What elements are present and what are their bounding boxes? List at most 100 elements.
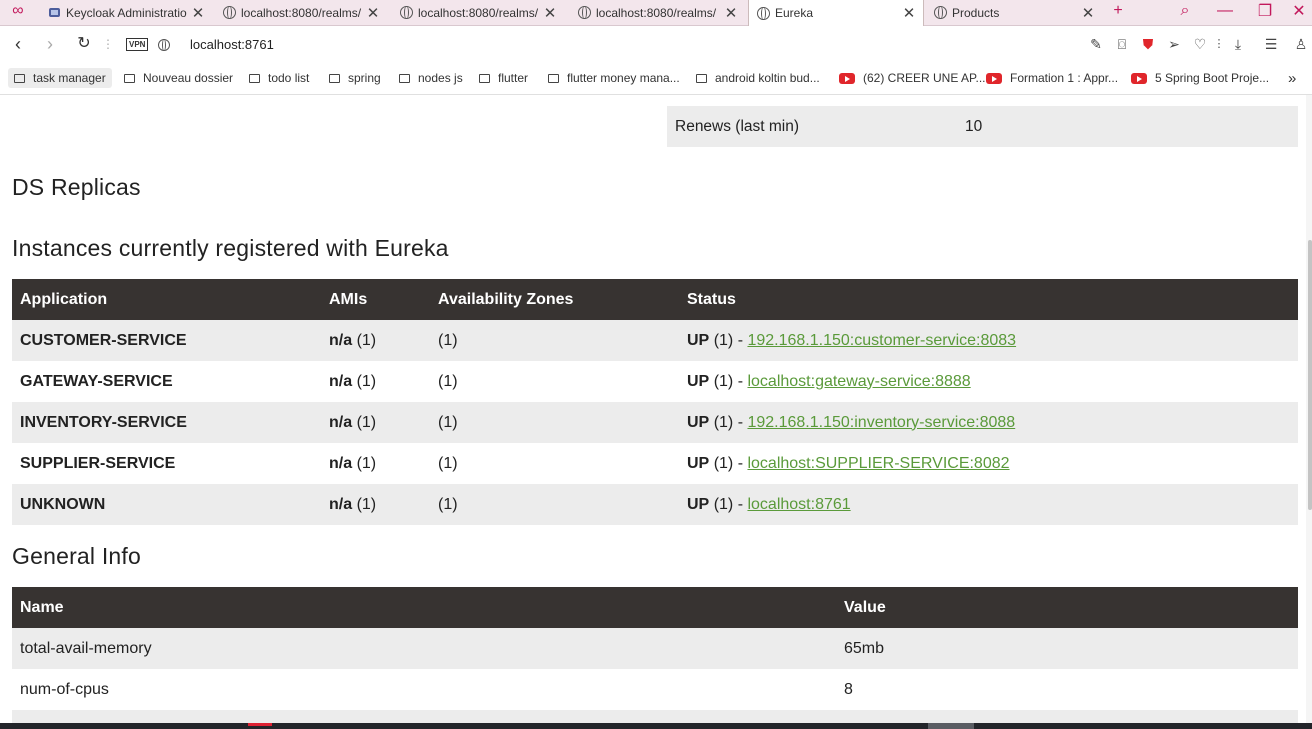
tab-title: Keycloak Administratio <box>66 5 187 20</box>
bookmark-label: todo list <box>268 71 310 85</box>
adblock-shield-icon[interactable]: ⛊ <box>1139 35 1157 53</box>
restore-icon[interactable]: ❐ <box>1250 0 1280 22</box>
tab-title: localhost:8080/realms/ <box>418 5 539 20</box>
globe-icon <box>400 6 413 19</box>
bookmark-label: flutter <box>498 71 529 85</box>
table-row: Renews threshold 8 <box>667 95 1298 106</box>
bookmarks-bar: task manager Nouveau dossier todo list s… <box>0 62 1312 95</box>
instances-heading: Instances currently registered with Eure… <box>12 235 449 261</box>
bookmark-nouveau-dossier[interactable]: Nouveau dossier <box>118 68 233 88</box>
bookmark-todo-list[interactable]: todo list <box>243 68 309 88</box>
status-cell: UP (1) - localhost:gateway-service:8888 <box>679 361 1298 402</box>
edit-icon[interactable]: ✎ <box>1087 35 1105 53</box>
status-value: UP <box>687 372 710 390</box>
ami-cell: n/a (1) <box>321 361 430 402</box>
taskbar-active-app[interactable] <box>928 723 974 729</box>
reload-icon[interactable]: ↻ <box>72 32 96 56</box>
divider-dots-icon: ⋮ <box>1213 38 1225 50</box>
snapshot-icon[interactable]: ⌼ <box>1113 35 1131 53</box>
bookmark-task-manager[interactable]: task manager <box>8 68 112 88</box>
heart-icon[interactable]: ♡ <box>1191 35 1209 53</box>
tab-eureka[interactable]: Eureka ✕ <box>748 0 924 26</box>
scrollbar-thumb[interactable] <box>1308 240 1312 510</box>
folder-icon <box>14 73 25 83</box>
close-window-icon[interactable]: ✕ <box>1284 0 1312 22</box>
status-cell: UP (1) - 192.168.1.150:inventory-service… <box>679 402 1298 443</box>
stat-key: Renews (last min) <box>667 106 957 147</box>
keycloak-icon <box>49 8 60 17</box>
instance-link[interactable]: 192.168.1.150:inventory-service:8088 <box>747 414 1015 431</box>
more-options-icon[interactable]: ⋮ <box>96 32 120 56</box>
table-row: total-avail-memory 65mb <box>12 628 1298 669</box>
instance-link[interactable]: localhost:SUPPLIER-SERVICE:8082 <box>747 455 1009 472</box>
easy-setup-icon[interactable]: ☰ <box>1262 35 1280 53</box>
status-count: (1) - <box>713 454 744 472</box>
url-field[interactable]: localhost:8761 <box>190 37 274 52</box>
bookmark-flutter-money[interactable]: flutter money mana... <box>542 68 680 88</box>
instance-link[interactable]: localhost:gateway-service:8888 <box>747 373 970 390</box>
bookmark-youtube-formation[interactable]: Formation 1 : Appr... <box>980 68 1118 88</box>
tab-localhost-realms-2[interactable]: localhost:8080/realms/ ✕ <box>392 0 564 25</box>
status-value: UP <box>687 495 710 513</box>
tab-title: Eureka <box>775 6 814 20</box>
forward-icon[interactable]: › <box>38 32 62 56</box>
bookmark-android-kotlin[interactable]: android koltin bud... <box>690 68 820 88</box>
youtube-icon <box>839 72 855 84</box>
close-tab-icon[interactable]: ✕ <box>542 4 558 22</box>
close-tab-icon[interactable]: ✕ <box>1080 4 1096 22</box>
send-icon[interactable]: ➢ <box>1165 35 1183 53</box>
bookmark-spring[interactable]: spring <box>323 68 381 88</box>
app-name: GATEWAY-SERVICE <box>20 372 173 390</box>
minimize-icon[interactable]: — <box>1210 0 1240 22</box>
taskbar-app-indicator[interactable] <box>248 723 272 726</box>
bookmark-label: flutter money mana... <box>567 71 680 85</box>
bookmark-youtube-spring-boot[interactable]: 5 Spring Boot Proje... <box>1125 68 1269 88</box>
ami-count: (1) <box>356 413 377 431</box>
bookmark-nodes-js[interactable]: nodes js <box>393 68 463 88</box>
site-info-icon[interactable] <box>158 39 170 51</box>
folder-icon <box>696 73 707 83</box>
zones-cell: (1) <box>430 484 679 525</box>
instance-link[interactable]: localhost:8761 <box>747 496 850 513</box>
ami-value: n/a <box>329 372 353 390</box>
status-count: (1) - <box>713 372 744 390</box>
instance-link[interactable]: 192.168.1.150:customer-service:8083 <box>747 332 1016 349</box>
bookmark-flutter[interactable]: flutter <box>473 68 528 88</box>
close-tab-icon[interactable]: ✕ <box>901 4 917 22</box>
table-header-row: Application AMIs Availability Zones Stat… <box>12 279 1298 320</box>
table-row: CUSTOMER-SERVICE n/a (1) (1) UP (1) - 19… <box>12 320 1298 361</box>
table-row: UNKNOWN n/a (1) (1) UP (1) - localhost:8… <box>12 484 1298 525</box>
bookmark-youtube-creer[interactable]: (62) CREER UNE AP... <box>833 68 985 88</box>
bookmarks-overflow-icon[interactable]: » <box>1288 68 1296 88</box>
search-tabs-icon[interactable]: ⌕ <box>1170 0 1200 22</box>
tab-keycloak[interactable]: Keycloak Administratio ✕ <box>40 0 212 25</box>
close-tab-icon[interactable]: ✕ <box>190 4 206 22</box>
instances-table: Application AMIs Availability Zones Stat… <box>12 279 1298 525</box>
status-cell: UP (1) - localhost:8761 <box>679 484 1298 525</box>
vpn-badge[interactable]: VPN <box>126 38 149 51</box>
table-row: num-of-cpus 8 <box>12 669 1298 710</box>
col-value: Value <box>836 587 1298 628</box>
back-icon[interactable]: ‹ <box>6 32 30 56</box>
os-taskbar <box>0 723 1312 729</box>
close-tab-icon[interactable]: ✕ <box>723 4 739 22</box>
tab-localhost-realms-3[interactable]: localhost:8080/realms/ ✕ <box>570 0 745 25</box>
close-tab-icon[interactable]: ✕ <box>365 4 381 22</box>
tab-localhost-realms-1[interactable]: localhost:8080/realms/ ✕ <box>215 0 387 25</box>
info-name: num-of-cpus <box>20 680 109 698</box>
status-value: UP <box>687 454 710 472</box>
download-icon[interactable]: ⤓ <box>1229 35 1247 53</box>
ami-count: (1) <box>356 454 377 472</box>
status-count: (1) - <box>713 331 744 349</box>
ami-cell: n/a (1) <box>321 484 430 525</box>
tab-products[interactable]: Products ✕ <box>926 0 1102 25</box>
col-amis: AMIs <box>321 279 430 320</box>
tab-title: localhost:8080/realms/ <box>596 5 717 20</box>
tab-bar: ∞ Keycloak Administratio ✕ localhost:808… <box>0 0 1312 26</box>
col-availability-zones: Availability Zones <box>430 279 679 320</box>
opera-gx-menu-icon[interactable]: ∞ <box>3 0 33 22</box>
status-count: (1) - <box>713 495 744 513</box>
profile-icon[interactable]: ♙ <box>1292 35 1310 53</box>
new-tab-button[interactable]: + <box>1103 0 1133 22</box>
youtube-icon <box>986 72 1002 84</box>
